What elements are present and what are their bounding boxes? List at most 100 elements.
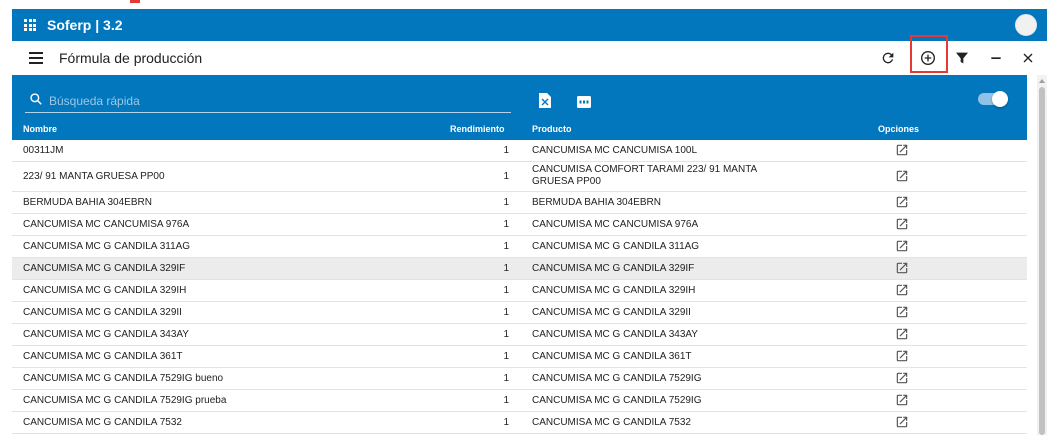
refresh-icon <box>882 52 894 64</box>
cell-rendimiento: 1 <box>503 241 509 252</box>
open-in-new-icon[interactable] <box>895 217 909 231</box>
cell-rendimiento: 1 <box>503 373 509 384</box>
page-title-bar: Fórmula de producción <box>12 35 1047 75</box>
cell-producto: CANCUMISA MC G CANDILA 329II <box>532 307 691 318</box>
cell-nombre: CANCUMISA MC G CANDILA 7529IG prueba <box>23 395 227 406</box>
table-toolbar: Nombre Rendimiento Producto Opciones <box>12 75 1027 140</box>
avatar[interactable] <box>1015 14 1037 36</box>
scroll-thumb[interactable] <box>1039 87 1045 435</box>
open-in-new-icon[interactable] <box>895 371 909 385</box>
cell-nombre: CANCUMISA MC G CANDILA 7529IG bueno <box>23 373 224 384</box>
table-row[interactable]: CANCUMISA MC G CANDILA 329II 1 CANCUMISA M… <box>12 302 1027 324</box>
column-header-opciones: Opciones <box>878 124 920 134</box>
filter-icon <box>956 52 968 64</box>
app-bar: Soferp | 3.2 <box>12 9 1047 41</box>
open-in-new-icon[interactable] <box>895 143 909 157</box>
table-row[interactable]: CANCUMISA MC G CANDILA 311AG 1 CANCUMISA M… <box>12 236 1027 258</box>
search-box <box>25 88 511 113</box>
cell-producto: CANCUMISA MC G CANDILA 329IF <box>532 263 695 274</box>
cell-producto: CANCUMISA MC G CANDILA 311AG <box>532 241 700 252</box>
open-in-new-icon[interactable] <box>895 261 909 275</box>
open-in-new-icon[interactable] <box>895 349 909 363</box>
add-button[interactable] <box>917 47 939 69</box>
cell-producto: CANCUMISA MC G CANDILA 361T <box>532 351 692 362</box>
cell-rendimiento: 1 <box>503 263 509 274</box>
cell-rendimiento: 1 <box>503 219 509 230</box>
open-in-new-icon[interactable] <box>895 195 909 209</box>
close-icon <box>1023 53 1033 63</box>
cell-rendimiento: 1 <box>503 329 509 340</box>
table-row[interactable]: CANCUMISA MC G CANDILA 7532 1 CANCUMISA MC… <box>12 412 1027 434</box>
cell-nombre: CANCUMISA MC G CANDILA 311AG <box>23 241 191 252</box>
minimize-button[interactable] <box>985 47 1007 69</box>
cell-producto: CANCUMISA MC G CANDILA 343AY <box>532 329 698 340</box>
table-row[interactable]: 00311JM 1 CANCUMISA MC CANCUMISA 100L <box>12 140 1027 162</box>
apps-grid-icon[interactable] <box>24 19 36 31</box>
refresh-button[interactable] <box>877 47 899 69</box>
table-row[interactable]: BERMUDA BAHIA 304EBRN 1 BERMUDA BAHIA 304E… <box>12 192 1027 214</box>
browser-top-strip <box>0 0 1049 9</box>
column-header-producto[interactable]: Producto <box>532 124 572 134</box>
search-icon <box>30 93 42 105</box>
cell-producto: CANCUMISA MC CANCUMISA 100L <box>532 145 698 156</box>
toggle-knob <box>992 91 1008 107</box>
cell-rendimiento: 1 <box>503 171 509 182</box>
open-in-new-icon[interactable] <box>895 415 909 429</box>
view-toggle[interactable] <box>978 91 1008 107</box>
cell-nombre: CANCUMISA MC CANCUMISA 976A <box>23 219 190 230</box>
search-input[interactable] <box>47 90 511 112</box>
scroll-up-icon[interactable] <box>1039 79 1045 83</box>
table-row[interactable]: CANCUMISA MC G CANDILA 7529IG prueba 1 CAN… <box>12 390 1027 412</box>
app-title: Soferp | 3.2 <box>47 17 123 33</box>
column-header-nombre[interactable]: Nombre <box>23 124 57 134</box>
cell-nombre: CANCUMISA MC G CANDILA 361T <box>23 351 183 362</box>
vertical-scrollbar[interactable] <box>1037 75 1047 435</box>
cell-rendimiento: 1 <box>503 351 509 362</box>
hamburger-menu-icon[interactable] <box>29 52 43 64</box>
cell-producto: CANCUMISA MC G CANDILA 329IH <box>532 285 696 296</box>
minimize-icon <box>991 57 1001 59</box>
open-in-new-icon[interactable] <box>895 239 909 253</box>
cell-nombre: CANCUMISA MC G CANDILA 343AY <box>23 329 189 340</box>
table-row[interactable]: CANCUMISA MC G CANDILA 7529IG bueno 1 CANC… <box>12 368 1027 390</box>
table-body: 00311JM 1 CANCUMISA MC CANCUMISA 100L 223/ … <box>12 140 1027 435</box>
open-in-new-icon[interactable] <box>895 169 909 183</box>
cell-rendimiento: 1 <box>503 307 509 318</box>
cell-producto: CANCUMISA MC G CANDILA 7529IG <box>532 373 702 384</box>
close-button[interactable] <box>1017 47 1039 69</box>
table-row[interactable]: CANCUMISA MC G CANDILA 329IH 1 CANCUMISA M… <box>12 280 1027 302</box>
cell-producto: CANCUMISA COMFORT TARAMI 223/ 91 MANTA G… <box>532 164 757 187</box>
excel-export-button[interactable] <box>539 93 551 108</box>
open-in-new-icon[interactable] <box>895 393 909 407</box>
table-row[interactable]: CANCUMISA MC G CANDILA 343AY 1 CANCUMISA M… <box>12 324 1027 346</box>
cell-nombre: 00311JM <box>23 145 64 156</box>
pdf-export-icon <box>577 96 591 108</box>
cell-nombre: BERMUDA BAHIA 304EBRN <box>23 197 152 208</box>
cell-rendimiento: 1 <box>503 395 509 406</box>
open-in-new-icon[interactable] <box>895 305 909 319</box>
cell-producto: CANCUMISA MC G CANDILA 7532 <box>532 417 691 428</box>
table-row[interactable]: CANCUMISA MC G CANDILA 329IF 1 CANCUMISA M… <box>12 258 1027 280</box>
cell-nombre: CANCUMISA MC G CANDILA 329IF <box>23 263 186 274</box>
cell-producto: CANCUMISA MC G CANDILA 7529IG <box>532 395 702 406</box>
cell-nombre: CANCUMISA MC G CANDILA 329II <box>23 307 182 318</box>
filter-button[interactable] <box>951 47 973 69</box>
open-in-new-icon[interactable] <box>895 327 909 341</box>
table-row[interactable]: CANCUMISA MC CANCUMISA 976A 1 CANCUMISA MC… <box>12 214 1027 236</box>
table-row[interactable]: CANCUMISA MC G CANDILA 361T 1 CANCUMISA MC… <box>12 346 1027 368</box>
red-mark <box>130 0 140 3</box>
pdf-export-button[interactable] <box>577 95 591 108</box>
cell-rendimiento: 1 <box>503 417 509 428</box>
column-header-rendimiento[interactable]: Rendimiento <box>450 124 505 134</box>
cell-rendimiento: 1 <box>503 197 509 208</box>
cell-rendimiento: 1 <box>503 285 509 296</box>
cell-producto: BERMUDA BAHIA 304EBRN <box>532 197 661 208</box>
open-in-new-icon[interactable] <box>895 283 909 297</box>
page-title: Fórmula de producción <box>59 50 203 66</box>
add-circle-icon <box>921 51 935 65</box>
cell-producto: CANCUMISA MC CANCUMISA 976A <box>532 219 699 230</box>
table-row[interactable]: 223/ 91 MANTA GRUESA PP00 1 CANCUMISA COMF… <box>12 162 1027 192</box>
cell-rendimiento: 1 <box>503 145 509 156</box>
cell-nombre: 223/ 91 MANTA GRUESA PP00 <box>23 171 165 182</box>
cell-nombre: CANCUMISA MC G CANDILA 329IH <box>23 285 187 296</box>
